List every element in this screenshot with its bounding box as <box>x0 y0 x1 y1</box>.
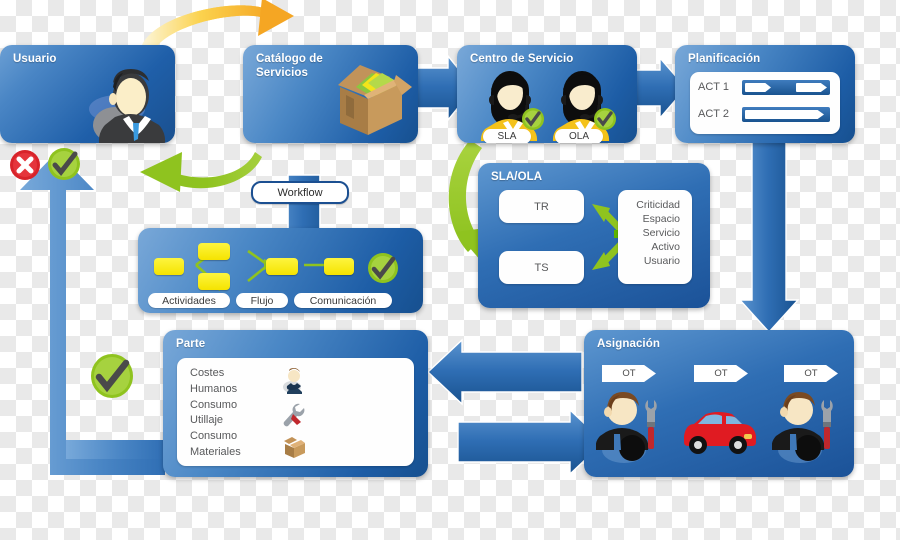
red-car-icon <box>684 412 756 454</box>
act2-label: ACT 2 <box>698 108 729 120</box>
box-package-icon <box>284 437 305 458</box>
node-catalogo[interactable]: Catálogo de Servicios <box>243 45 418 143</box>
node-asignacion-title: Asignación <box>597 338 660 350</box>
criteria-item: Criticidad <box>636 199 680 211</box>
workflow-node[interactable] <box>266 258 298 275</box>
agent-ola-label: OLA <box>555 129 603 143</box>
node-planificacion[interactable]: Planificación ACT 1 ACT 2 <box>675 45 855 143</box>
parte-item: Utillaje <box>190 414 224 427</box>
workflow-badge[interactable]: Workflow <box>251 181 349 204</box>
check-badge-icon <box>368 253 398 283</box>
workflow-node[interactable] <box>198 243 230 260</box>
wrench-screwdriver-icon <box>283 403 305 427</box>
node-usuario-title: Usuario <box>13 53 57 65</box>
tr-label: TR <box>534 200 549 213</box>
act1-label: ACT 1 <box>698 81 729 93</box>
check-badge-icon <box>522 108 544 130</box>
connector-servicio <box>140 152 262 192</box>
connector-peticion <box>142 0 294 50</box>
node-parte-title: Parte <box>176 338 206 350</box>
connector-asignacion-parte <box>426 338 583 406</box>
red-x-badge-icon[interactable] <box>8 148 42 182</box>
node-workflow[interactable]: Actividades Flujo Comunicación <box>138 228 423 313</box>
agent-ola[interactable]: OLA <box>549 67 616 143</box>
technician-wrench-icon <box>596 392 657 463</box>
connector-parte-usuario <box>20 152 165 475</box>
node-centro-servicio[interactable]: Centro de Servicio SLA OLA <box>457 45 637 143</box>
ts-label: TS <box>534 261 549 274</box>
agent-sla-label: SLA <box>483 129 531 143</box>
work-order-label: OT <box>694 365 748 382</box>
connector-planificacion-asignacion <box>738 141 800 334</box>
connector-parte-asignacion <box>457 408 606 476</box>
node-sla-ola-title: SLA/OLA <box>491 171 543 183</box>
technician-wrench-icon <box>772 392 833 463</box>
work-order-label: OT <box>784 365 838 382</box>
sla-ola-box-ts[interactable]: TS <box>499 251 584 284</box>
criteria-list: Criticidad Espacio Servicio Activo Usuar… <box>618 198 680 268</box>
parte-item: Humanos <box>190 382 238 395</box>
criteria-item: Espacio <box>642 213 680 226</box>
open-box-folders-icon <box>338 65 412 135</box>
agent-sla[interactable]: SLA <box>477 67 544 143</box>
workflow-node[interactable] <box>198 273 230 290</box>
work-order-label: OT <box>602 365 656 382</box>
node-asignacion[interactable]: Asignación OT OT OT <box>584 330 854 477</box>
diagram-canvas: Usuario Catálogo de Servicios Centro de … <box>0 0 900 540</box>
work-order-1[interactable]: OT <box>602 365 656 382</box>
criteria-item: Activo <box>651 241 680 254</box>
node-catalogo-title: Catálogo de Servicios <box>256 53 323 79</box>
workflow-node[interactable] <box>154 258 184 275</box>
act2-progress-bar[interactable] <box>742 107 830 122</box>
parte-cost-list: Costes Humanos Consumo Utillaje Consumo … <box>190 366 241 461</box>
work-order-2[interactable]: OT <box>694 365 748 382</box>
node-parte[interactable]: Parte Costes Humanos Consumo Utillaje Co… <box>163 330 428 477</box>
workflow-tab-actividades[interactable]: Actividades <box>148 293 230 308</box>
green-check-badge-icon[interactable] <box>88 352 136 400</box>
parte-item: Consumo <box>190 430 238 443</box>
act1-progress-bar[interactable] <box>742 80 830 95</box>
parte-item: Materiales <box>190 445 241 458</box>
parte-panel: Costes Humanos Consumo Utillaje Consumo … <box>177 358 414 466</box>
green-check-badge-icon[interactable] <box>46 146 82 182</box>
workflow-tab-flujo[interactable]: Flujo <box>236 293 288 308</box>
criteria-item: Usuario <box>643 255 680 268</box>
sla-ola-criteria-panel: Criticidad Espacio Servicio Activo Usuar… <box>618 190 692 284</box>
user-businessman-icon <box>89 69 166 143</box>
node-centro-servicio-title: Centro de Servicio <box>470 53 574 65</box>
workflow-tab-comunicacion[interactable]: Comunicación <box>294 293 392 308</box>
sla-ola-box-tr[interactable]: TR <box>499 190 584 223</box>
node-sla-ola[interactable]: SLA/OLA TR TS Criticidad Espacio Servici… <box>478 163 710 308</box>
parte-item: Consumo <box>190 398 238 411</box>
person-icon <box>283 368 302 394</box>
node-usuario[interactable]: Usuario <box>0 45 175 143</box>
planificacion-panel: ACT 1 ACT 2 <box>690 72 840 134</box>
node-planificacion-title: Planificación <box>688 53 761 65</box>
work-order-3[interactable]: OT <box>784 365 838 382</box>
parte-item: Costes <box>190 367 225 379</box>
criteria-item: Servicio <box>642 227 680 240</box>
check-badge-icon <box>594 108 616 130</box>
workflow-node[interactable] <box>324 258 354 275</box>
